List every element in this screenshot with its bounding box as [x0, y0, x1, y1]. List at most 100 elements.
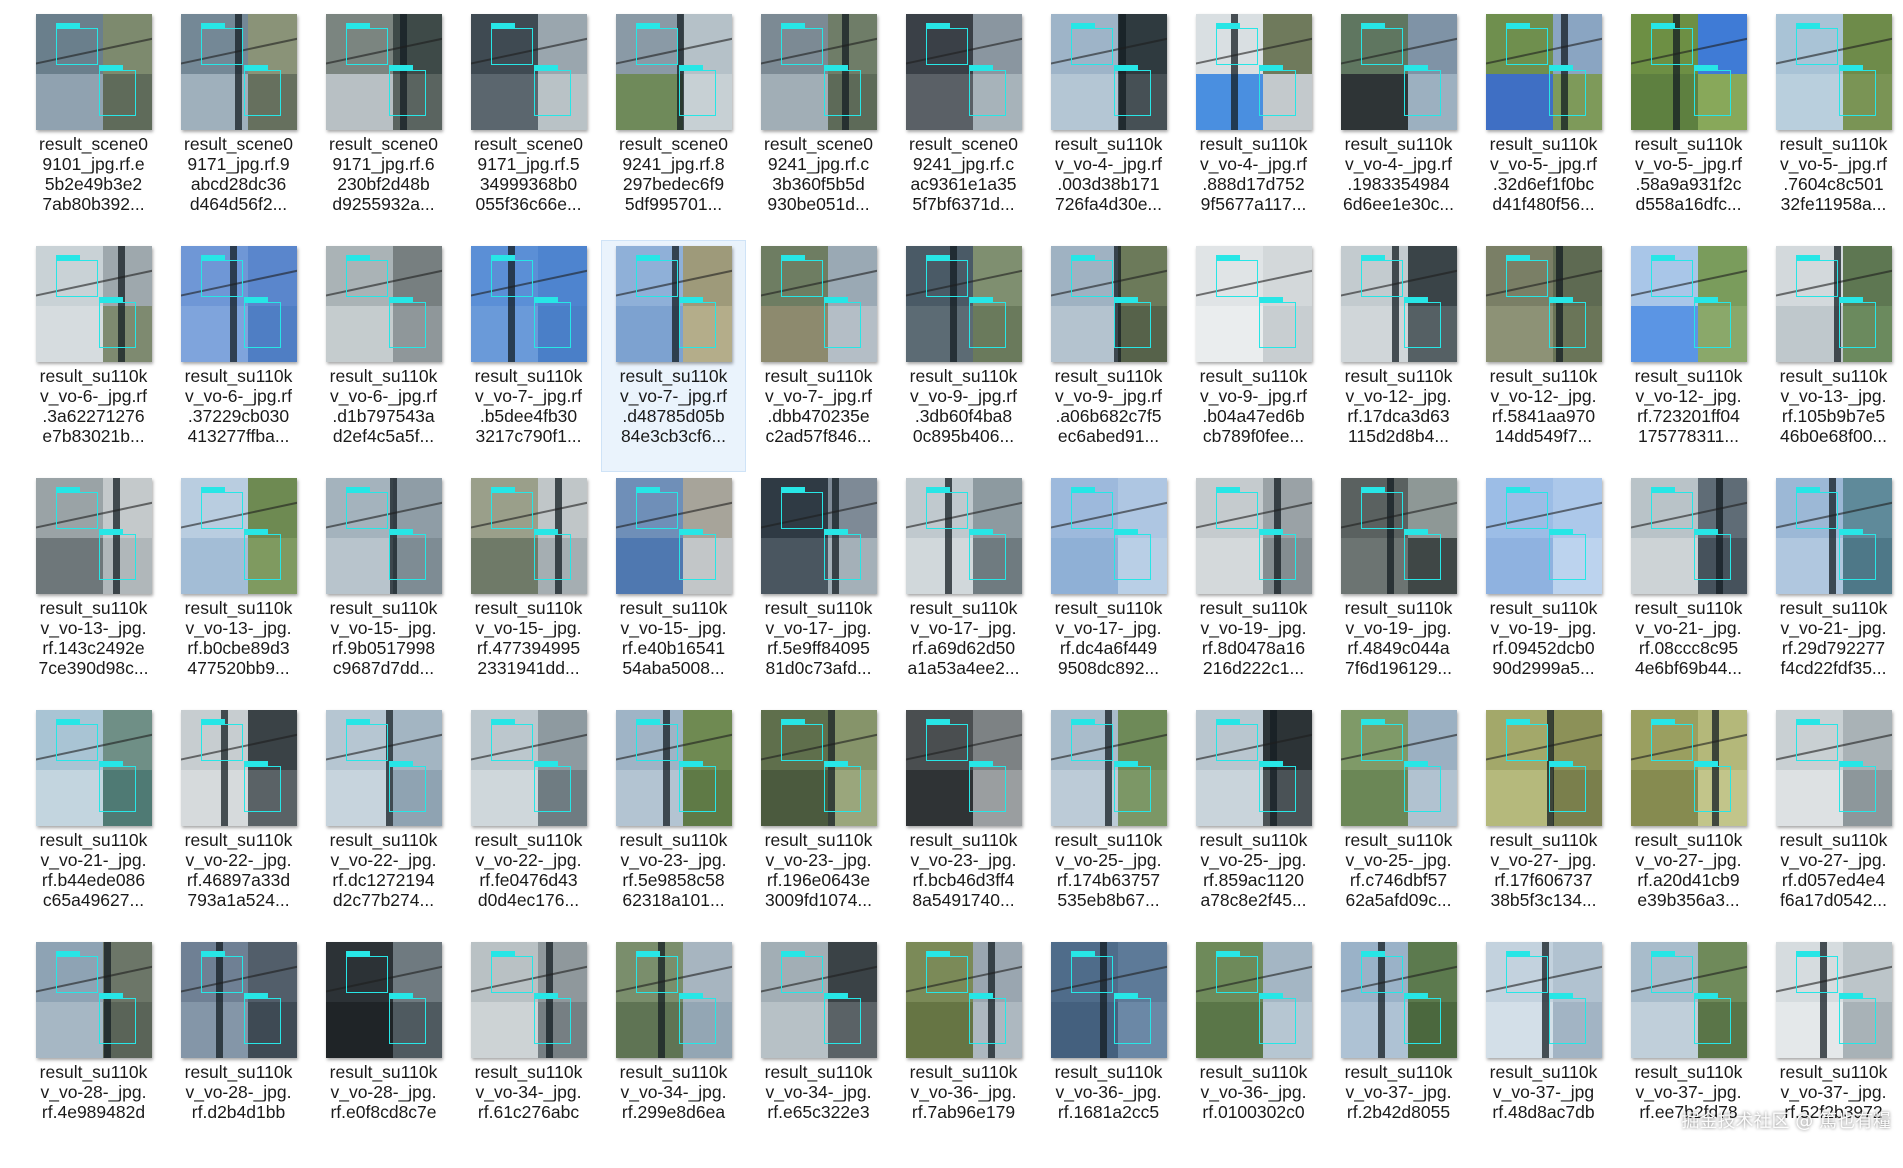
file-item[interactable]: result_su110k v_vo-28-_jpg. rf.e0f8cd8c7…	[311, 936, 456, 1168]
file-item[interactable]: result_su110k v_vo-9-_jpg.rf .a06b682c7f…	[1036, 240, 1181, 472]
file-item[interactable]: result_scene0 9171_jpg.rf.9 abcd28dc36 d…	[166, 8, 311, 240]
file-item[interactable]: result_su110k v_vo-6-_jpg.rf .37229cb030…	[166, 240, 311, 472]
file-item[interactable]: result_su110k v_vo-28-_jpg. rf.4e989482d	[21, 936, 166, 1168]
file-thumbnail[interactable]	[905, 246, 1022, 362]
file-thumbnail[interactable]	[1195, 942, 1312, 1058]
file-thumbnail[interactable]	[1630, 14, 1747, 130]
file-item[interactable]: result_scene0 9241_jpg.rf.c ac9361e1a35 …	[891, 8, 1036, 240]
file-item[interactable]: result_su110k v_vo-37-_jpg. rf.52f2b3972	[1761, 936, 1903, 1168]
file-thumbnail[interactable]	[470, 710, 587, 826]
file-thumbnail[interactable]	[905, 478, 1022, 594]
file-thumbnail[interactable]	[1050, 942, 1167, 1058]
file-thumbnail[interactable]	[35, 942, 152, 1058]
file-thumbnail[interactable]	[1050, 246, 1167, 362]
file-item[interactable]: result_su110k v_vo-21-_jpg. rf.08ccc8c95…	[1616, 472, 1761, 704]
file-thumbnail[interactable]	[1340, 478, 1457, 594]
file-item[interactable]: result_su110k v_vo-5-_jpg.rf .7604c8c501…	[1761, 8, 1903, 240]
file-item[interactable]: result_su110k v_vo-22-_jpg. rf.dc1272194…	[311, 704, 456, 936]
file-thumbnail[interactable]	[325, 942, 442, 1058]
file-item[interactable]: result_scene0 9171_jpg.rf.5 34999368b0 0…	[456, 8, 601, 240]
file-thumbnail[interactable]	[615, 710, 732, 826]
file-thumbnail[interactable]	[905, 942, 1022, 1058]
file-thumbnail[interactable]	[1775, 246, 1892, 362]
file-item[interactable]: result_su110k v_vo-37-_jpg rf.48d8ac7db	[1471, 936, 1616, 1168]
file-item[interactable]: result_su110k v_vo-23-_jpg. rf.196e0643e…	[746, 704, 891, 936]
file-item[interactable]: result_su110k v_vo-21-_jpg. rf.29d792277…	[1761, 472, 1903, 704]
file-item[interactable]: result_su110k v_vo-27-_jpg. rf.d057ed4e4…	[1761, 704, 1903, 936]
file-item[interactable]: result_su110k v_vo-12-_jpg. rf.17dca3d63…	[1326, 240, 1471, 472]
file-item[interactable]: result_su110k v_vo-36-_jpg. rf.7ab96e179	[891, 936, 1036, 1168]
file-item[interactable]: result_su110k v_vo-25-_jpg. rf.859ac1120…	[1181, 704, 1326, 936]
file-item[interactable]: result_su110k v_vo-22-_jpg. rf.46897a33d…	[166, 704, 311, 936]
file-thumbnail[interactable]	[470, 14, 587, 130]
file-thumbnail[interactable]	[760, 710, 877, 826]
file-item[interactable]: result_su110k v_vo-15-_jpg. rf.9b0517998…	[311, 472, 456, 704]
file-item[interactable]: result_su110k v_vo-12-_jpg. rf.723201ff0…	[1616, 240, 1761, 472]
file-thumbnail[interactable]	[1485, 14, 1602, 130]
file-thumbnail[interactable]	[1195, 710, 1312, 826]
file-item[interactable]: result_su110k v_vo-7-_jpg.rf .d48785d05b…	[601, 240, 746, 472]
file-thumbnail[interactable]	[35, 14, 152, 130]
file-item[interactable]: result_scene0 9171_jpg.rf.6 230bf2d48b d…	[311, 8, 456, 240]
file-item[interactable]: result_su110k v_vo-13-_jpg. rf.b0cbe89d3…	[166, 472, 311, 704]
file-item[interactable]: result_su110k v_vo-37-_jpg. rf.2b42d8055	[1326, 936, 1471, 1168]
file-item[interactable]: result_su110k v_vo-9-_jpg.rf .3db60f4ba8…	[891, 240, 1036, 472]
file-thumbnail[interactable]	[1195, 14, 1312, 130]
file-item[interactable]: result_scene0 9101_jpg.rf.e 5b2e49b3e2 7…	[21, 8, 166, 240]
file-thumbnail[interactable]	[1775, 942, 1892, 1058]
file-thumbnail[interactable]	[1195, 246, 1312, 362]
file-thumbnail[interactable]	[325, 14, 442, 130]
file-thumbnail[interactable]	[180, 246, 297, 362]
file-item[interactable]: result_su110k v_vo-9-_jpg.rf .b04a47ed6b…	[1181, 240, 1326, 472]
file-thumbnail[interactable]	[470, 478, 587, 594]
file-item[interactable]: result_su110k v_vo-36-_jpg. rf.1681a2cc5	[1036, 936, 1181, 1168]
file-thumbnail[interactable]	[470, 246, 587, 362]
file-thumbnail[interactable]	[1340, 942, 1457, 1058]
file-item[interactable]: result_su110k v_vo-27-_jpg. rf.a20d41cb9…	[1616, 704, 1761, 936]
file-thumbnail[interactable]	[615, 14, 732, 130]
file-thumbnail[interactable]	[1485, 478, 1602, 594]
file-thumbnail[interactable]	[1340, 14, 1457, 130]
file-item[interactable]: result_su110k v_vo-12-_jpg. rf.5841aa970…	[1471, 240, 1616, 472]
file-thumbnail[interactable]	[1485, 710, 1602, 826]
file-thumbnail[interactable]	[1340, 710, 1457, 826]
file-item[interactable]: result_su110k v_vo-23-_jpg. rf.bcb46d3ff…	[891, 704, 1036, 936]
file-item[interactable]: result_su110k v_vo-17-_jpg. rf.dc4a6f449…	[1036, 472, 1181, 704]
file-thumbnail[interactable]	[470, 942, 587, 1058]
file-thumbnail[interactable]	[325, 246, 442, 362]
file-thumbnail[interactable]	[1050, 478, 1167, 594]
file-thumbnail[interactable]	[325, 710, 442, 826]
file-thumbnail[interactable]	[180, 478, 297, 594]
file-thumbnail[interactable]	[1050, 14, 1167, 130]
file-item[interactable]: result_su110k v_vo-4-_jpg.rf .1983354984…	[1326, 8, 1471, 240]
file-item[interactable]: result_su110k v_vo-19-_jpg. rf.8d0478a16…	[1181, 472, 1326, 704]
file-thumbnail[interactable]	[180, 942, 297, 1058]
file-item[interactable]: result_su110k v_vo-17-_jpg. rf.a69d62d50…	[891, 472, 1036, 704]
file-thumbnail[interactable]	[760, 942, 877, 1058]
file-thumbnail[interactable]	[760, 478, 877, 594]
file-item[interactable]: result_su110k v_vo-19-_jpg. rf.09452dcb0…	[1471, 472, 1616, 704]
file-thumbnail[interactable]	[1630, 246, 1747, 362]
file-thumbnail[interactable]	[1485, 942, 1602, 1058]
file-thumbnail[interactable]	[1630, 478, 1747, 594]
file-item[interactable]: result_su110k v_vo-13-_jpg. rf.143c2492e…	[21, 472, 166, 704]
file-item[interactable]: result_su110k v_vo-34-_jpg. rf.61c276abc	[456, 936, 601, 1168]
file-thumbnail[interactable]	[1775, 14, 1892, 130]
file-thumbnail[interactable]	[615, 478, 732, 594]
file-item[interactable]: result_su110k v_vo-25-_jpg. rf.c746dbf57…	[1326, 704, 1471, 936]
file-thumbnail[interactable]	[615, 942, 732, 1058]
file-thumbnail[interactable]	[35, 246, 152, 362]
file-item[interactable]: result_su110k v_vo-34-_jpg. rf.e65c322e3	[746, 936, 891, 1168]
file-thumbnail[interactable]	[180, 710, 297, 826]
file-item[interactable]: result_su110k v_vo-28-_jpg. rf.d2b4d1bb	[166, 936, 311, 1168]
file-thumbnail[interactable]	[760, 246, 877, 362]
file-thumbnail[interactable]	[35, 710, 152, 826]
file-thumbnail[interactable]	[1485, 246, 1602, 362]
file-thumbnail[interactable]	[905, 14, 1022, 130]
file-item[interactable]: result_su110k v_vo-37-_jpg. rf.ee7b2fd78	[1616, 936, 1761, 1168]
file-item[interactable]: result_su110k v_vo-5-_jpg.rf .32d6ef1f0b…	[1471, 8, 1616, 240]
file-thumbnail[interactable]	[1195, 478, 1312, 594]
file-item[interactable]: result_su110k v_vo-27-_jpg. rf.17f606737…	[1471, 704, 1616, 936]
file-item[interactable]: result_su110k v_vo-7-_jpg.rf .dbb470235e…	[746, 240, 891, 472]
file-item[interactable]: result_su110k v_vo-6-_jpg.rf .3a62271276…	[21, 240, 166, 472]
